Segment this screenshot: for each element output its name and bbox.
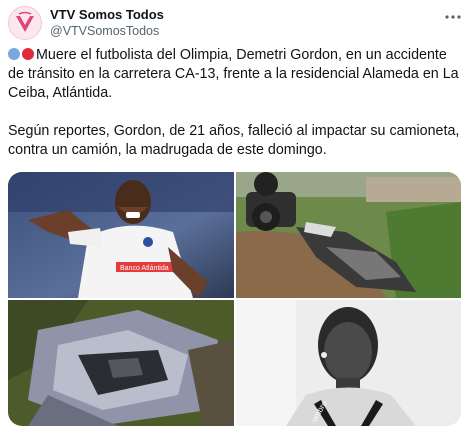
photo-crash-scene[interactable] [236, 172, 461, 298]
tweet-paragraph-1: Muere el futbolista del Olimpia, Demetri… [8, 46, 463, 103]
paragraph-1-text: Muere el futbolista del Olimpia, Demetri… [8, 47, 459, 101]
shirt-sponsor-text: Banco Atlántida [120, 265, 169, 272]
photo-player-portrait[interactable]: umbro [236, 300, 461, 426]
vtv-logo-icon [16, 11, 34, 32]
red-circle-emoji-icon [22, 48, 34, 60]
tweet-paragraph-2: Según reportes, Gordon, de 21 años, fall… [8, 123, 460, 158]
avatar[interactable] [8, 6, 42, 40]
display-name[interactable]: VTV Somos Todos [50, 7, 164, 23]
media-grid: Banco Atlántida umbro [8, 172, 461, 426]
tweet-header: VTV Somos Todos @VTVSomosTodos [8, 4, 463, 44]
blue-circle-emoji-icon [8, 48, 20, 60]
more-options-icon[interactable] [443, 10, 463, 24]
user-handle[interactable]: @VTVSomosTodos [50, 23, 164, 39]
photo-player-celebrating[interactable]: Banco Atlántida [8, 172, 234, 298]
tweet-text: Muere el futbolista del Olimpia, Demetri… [8, 46, 463, 160]
photo-wrecked-car[interactable] [8, 300, 234, 426]
